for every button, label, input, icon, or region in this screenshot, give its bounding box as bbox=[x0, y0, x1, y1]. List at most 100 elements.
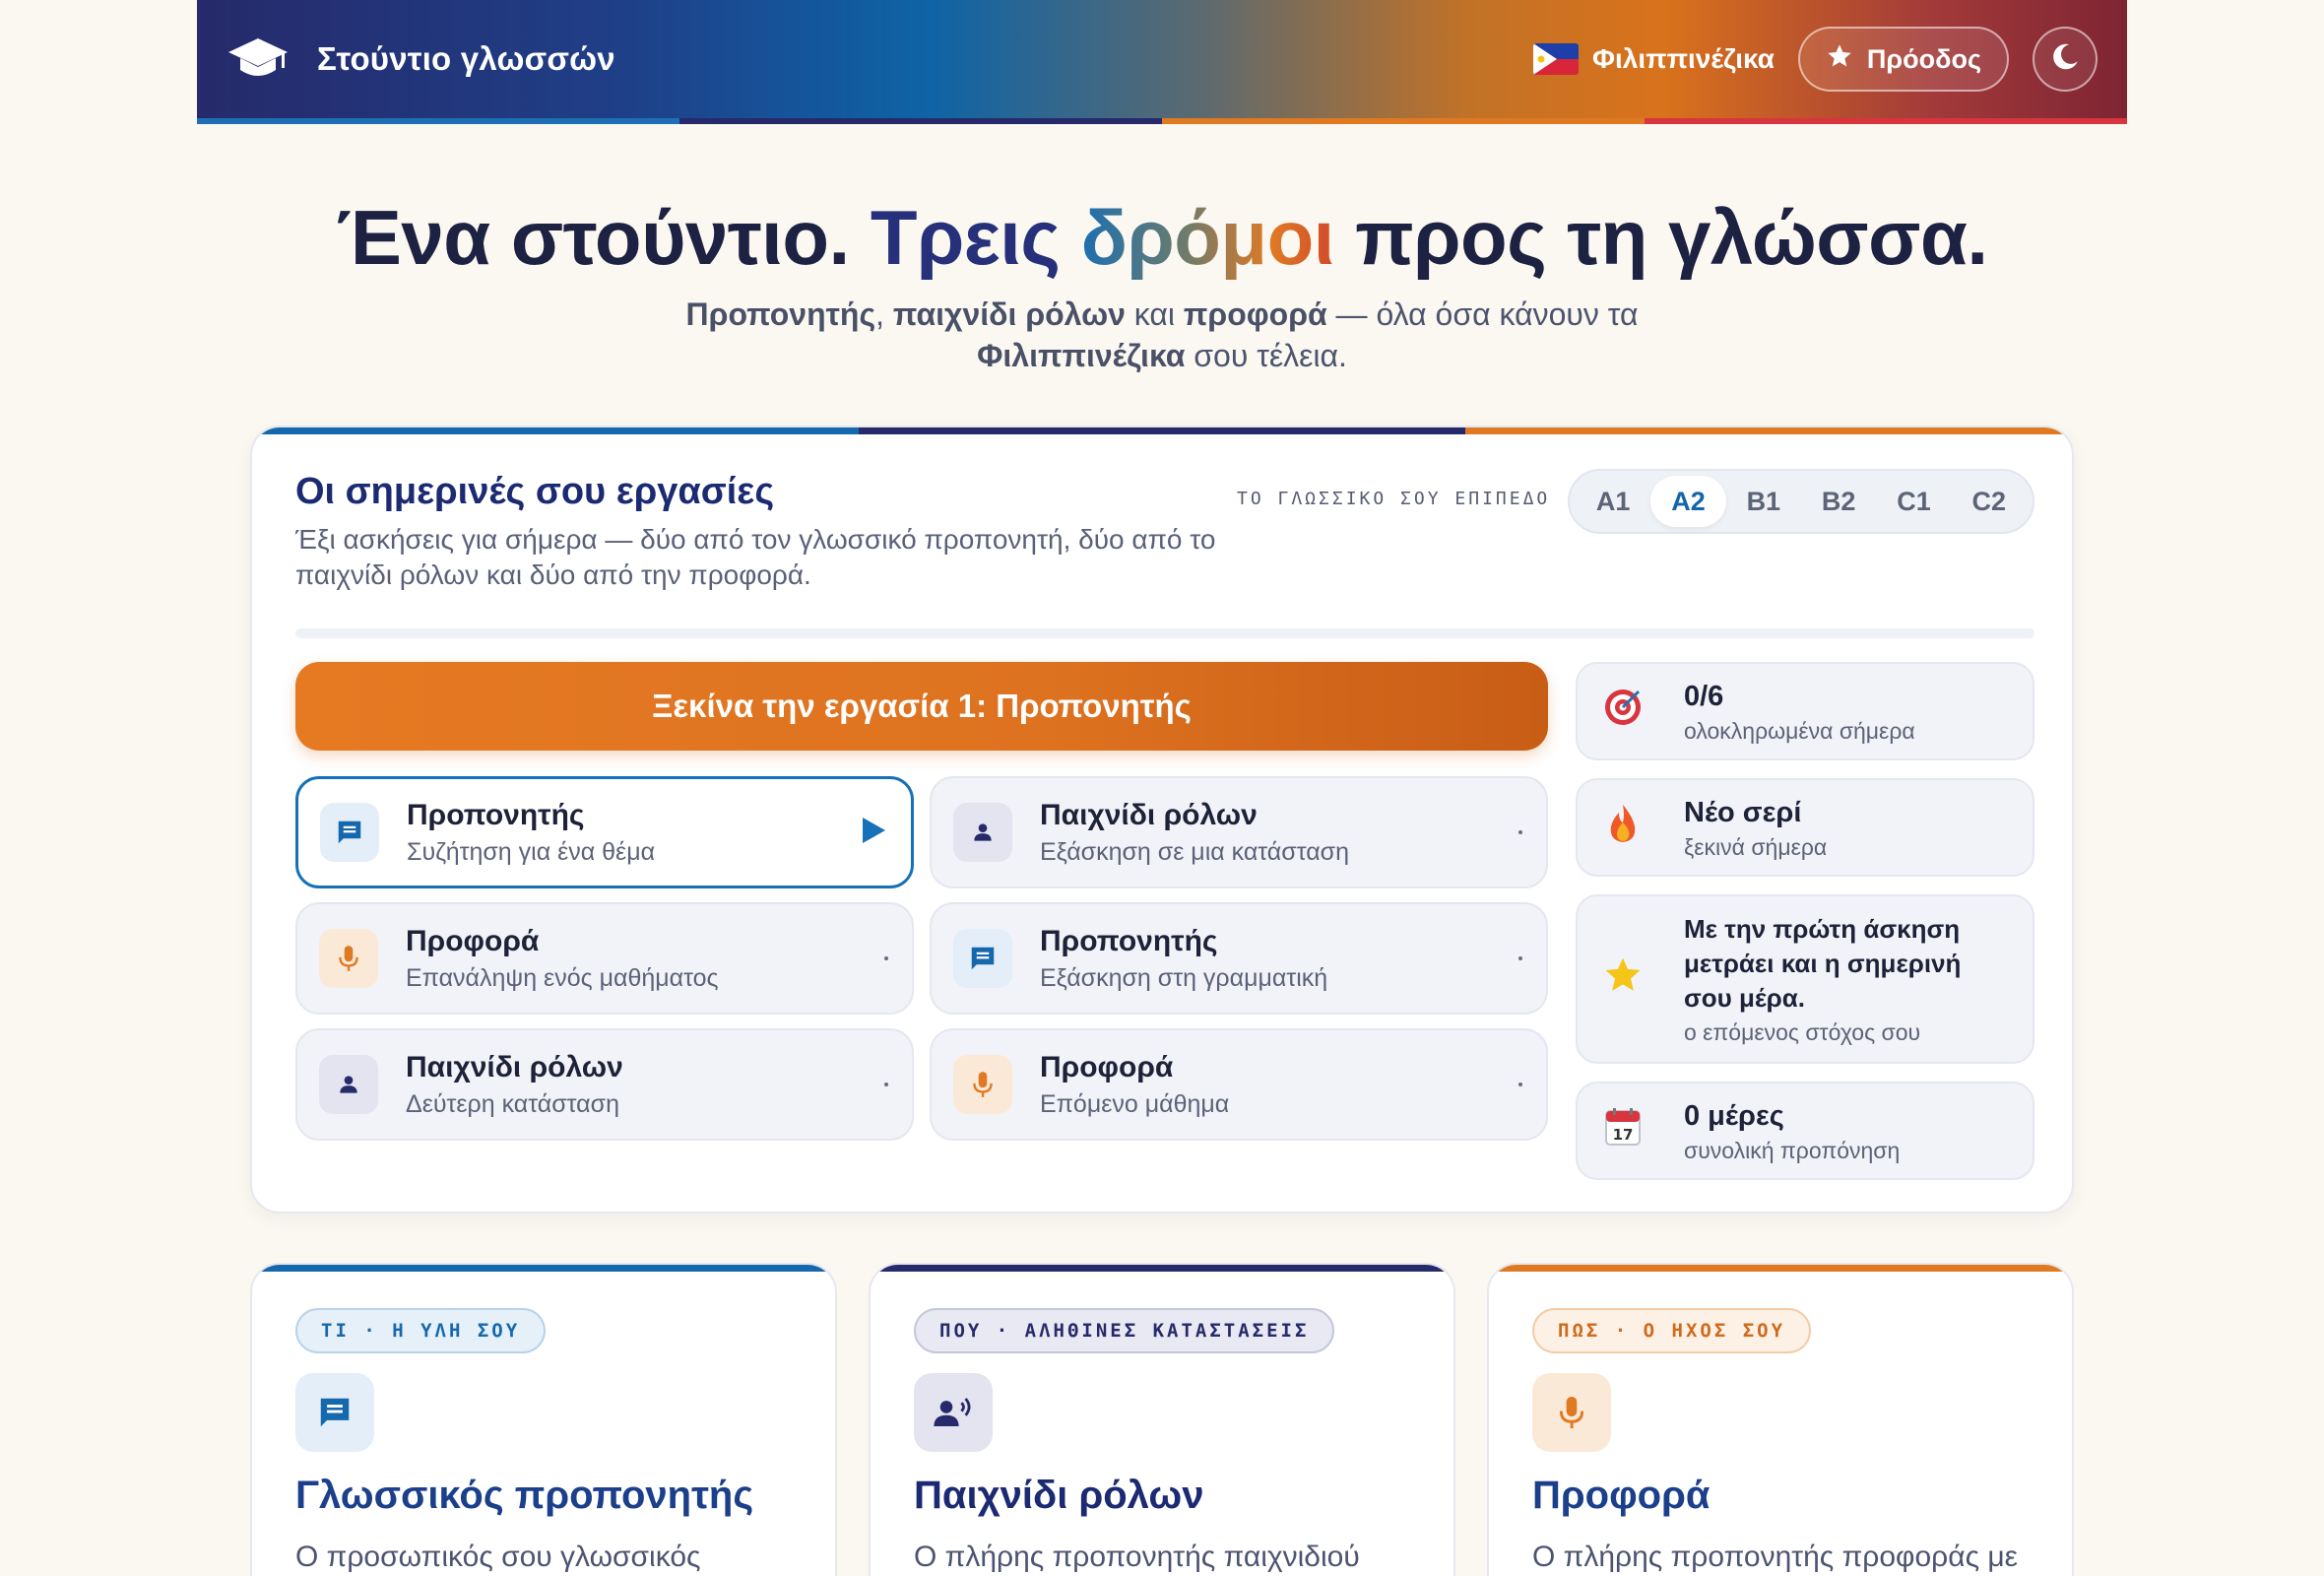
hero-sub-sep1: , bbox=[875, 296, 893, 332]
exercise-title: Προφορά bbox=[406, 924, 540, 957]
play-icon bbox=[860, 816, 887, 850]
feature-badge: ΠΩΣ · Ο ΗΧΟΣ ΣΟΥ bbox=[1532, 1308, 1812, 1353]
progress-button[interactable]: Πρόοδος bbox=[1797, 27, 2009, 92]
stat-sub: ξεκινά σήμερα bbox=[1684, 833, 1828, 860]
moon-icon bbox=[2048, 40, 2082, 79]
hero-sub-bold1: Προπονητής bbox=[685, 296, 876, 332]
exercise-title: Παιχνίδι ρόλων bbox=[406, 1050, 623, 1084]
feature-title: Γλωσσικός προπονητής bbox=[295, 1474, 754, 1517]
tasks-title: Οι σημερινές σου εργασίες bbox=[295, 471, 775, 512]
star-icon bbox=[1826, 42, 1853, 77]
fire-icon bbox=[1601, 803, 1645, 853]
feature-strip bbox=[252, 1265, 835, 1272]
stat-main: Νέο σερί bbox=[1684, 796, 1802, 828]
tasks-description: Έξι ασκήσεις για σήμερα — δύο από τον γλ… bbox=[295, 524, 1216, 590]
exercise-subtitle: Επόμενο μάθημα bbox=[1040, 1089, 1230, 1118]
header-color-strip bbox=[197, 118, 2127, 124]
stat-main: Με την πρώτη άσκηση μετράει και η σημερι… bbox=[1684, 914, 1962, 1013]
pending-dot bbox=[1518, 830, 1522, 834]
philippines-flag-icon bbox=[1533, 43, 1580, 75]
hero-title-part3: δρόμοι bbox=[1080, 194, 1335, 281]
exercise-title: Προφορά bbox=[1040, 1050, 1174, 1084]
microphone-icon bbox=[319, 929, 378, 988]
brand[interactable]: Στούντιο γλωσσών bbox=[226, 36, 615, 82]
chat-icon bbox=[953, 929, 1012, 988]
stat-sub: ο επόμενος στόχος σου bbox=[1684, 1019, 1921, 1045]
start-task-button[interactable]: Ξεκίνα την εργασία 1: Προπονητής bbox=[295, 662, 1548, 751]
hero-sub-bold3: προφορά bbox=[1183, 296, 1327, 332]
hero-sub-sep4: σου τέλεια. bbox=[1185, 338, 1347, 373]
language-selector[interactable]: Φιλιππινέζικα bbox=[1533, 43, 1775, 75]
card-color-strip bbox=[252, 427, 2072, 434]
hero-title-part1: Ένα στούντιο. bbox=[336, 194, 871, 281]
exercise-subtitle: Επανάληψη ενός μαθήματος bbox=[406, 963, 719, 992]
feature-strip bbox=[871, 1265, 1453, 1272]
chat-icon bbox=[295, 1373, 374, 1452]
voice-person-icon bbox=[914, 1373, 993, 1452]
microphone-icon bbox=[1532, 1373, 1611, 1452]
hero-sub-sep3: — όλα όσα κάνουν τα bbox=[1326, 296, 1639, 332]
svg-text:17: 17 bbox=[1613, 1126, 1634, 1144]
level-label: ΤΟ ΓΛΩΣΣΙΚΟ ΣΟΥ ΕΠΙΠΕΔΟ bbox=[1237, 489, 1551, 509]
level-a1[interactable]: A1 bbox=[1576, 476, 1650, 527]
exercise-tile-5[interactable]: Παιχνίδι ρόλων Δεύτερη κατάσταση bbox=[295, 1028, 914, 1141]
level-c1[interactable]: C1 bbox=[1876, 476, 1951, 527]
todays-tasks-card: Οι σημερινές σου εργασίες Έξι ασκήσεις γ… bbox=[250, 426, 2074, 1214]
feature-card-pronunciation[interactable]: ΠΩΣ · Ο ΗΧΟΣ ΣΟΥ Προφορά Ο πλήρης προπον… bbox=[1487, 1263, 2074, 1576]
feature-strip bbox=[1489, 1265, 2072, 1272]
level-selector: A1 A2 B1 B2 C1 C2 bbox=[1568, 469, 2034, 534]
hero-sub-sep2: και bbox=[1125, 296, 1184, 332]
stat-streak: Νέο σερί ξεκινά σήμερα bbox=[1576, 778, 2034, 877]
feature-description: Ο πλήρης προπονητής παιχνιδιού bbox=[914, 1541, 1360, 1573]
feature-card-coach[interactable]: ΤΙ · Η ΥΛΗ ΣΟΥ Γλωσσικός προπονητής Ο πρ… bbox=[250, 1263, 837, 1576]
exercise-title: Παιχνίδι ρόλων bbox=[1040, 798, 1258, 831]
exercise-title: Προπονητής bbox=[407, 798, 585, 831]
target-icon bbox=[1601, 688, 1645, 736]
pending-dot bbox=[1518, 956, 1522, 960]
feature-badge: ΤΙ · Η ΥΛΗ ΣΟΥ bbox=[295, 1308, 547, 1353]
exercise-subtitle: Εξάσκηση σε μια κατάσταση bbox=[1040, 837, 1350, 866]
level-c2[interactable]: C2 bbox=[1952, 476, 2027, 527]
feature-title: Παιχνίδι ρόλων bbox=[914, 1474, 1204, 1517]
exercise-tile-3[interactable]: Προφορά Επανάληψη ενός μαθήματος bbox=[295, 902, 914, 1015]
hero-title: Ένα στούντιο. Τρεις δρόμοι προς τη γλώσσ… bbox=[0, 193, 2324, 283]
feature-card-roleplay[interactable]: ΠΟΥ · ΑΛΗΘΙΝΕΣ ΚΑΤΑΣΤΑΣΕΙΣ Παιχνίδι ρόλω… bbox=[869, 1263, 1455, 1576]
exercise-tile-4[interactable]: Προπονητής Εξάσκηση στη γραμματική bbox=[930, 902, 1548, 1015]
hero-title-part4: προς τη γλώσσα. bbox=[1333, 194, 1988, 281]
language-label: Φιλιππινέζικα bbox=[1592, 43, 1775, 74]
brand-title: Στούντιο γλωσσών bbox=[317, 40, 615, 77]
level-b1[interactable]: B1 bbox=[1726, 476, 1801, 527]
microphone-icon bbox=[953, 1055, 1012, 1114]
level-b2[interactable]: B2 bbox=[1801, 476, 1876, 527]
graduation-cap-icon bbox=[226, 36, 290, 82]
exercise-subtitle: Δεύτερη κατάσταση bbox=[406, 1089, 619, 1118]
exercise-tile-2[interactable]: Παιχνίδι ρόλων Εξάσκηση σε μια κατάσταση bbox=[930, 776, 1548, 888]
feature-description: Ο πλήρης προπονητής προφοράς με bbox=[1532, 1541, 2019, 1573]
pending-dot bbox=[1518, 1083, 1522, 1086]
hero-sub-bold4: Φιλιππινέζικα bbox=[977, 338, 1186, 373]
stat-sub: συνολική προπόνηση bbox=[1684, 1137, 1901, 1163]
feature-title: Προφορά bbox=[1532, 1474, 1711, 1517]
dark-mode-toggle[interactable] bbox=[2033, 27, 2098, 92]
exercise-tile-1[interactable]: Προπονητής Συζήτηση για ένα θέμα bbox=[295, 776, 914, 888]
exercise-tile-6[interactable]: Προφορά Επόμενο μάθημα bbox=[930, 1028, 1548, 1141]
hero-title-part2: Τρεις bbox=[870, 194, 1081, 281]
person-icon bbox=[953, 803, 1012, 862]
tasks-progress-track bbox=[295, 628, 2034, 638]
exercise-subtitle: Εξάσκηση στη γραμματική bbox=[1040, 963, 1328, 992]
feature-badge: ΠΟΥ · ΑΛΗΘΙΝΕΣ ΚΑΤΑΣΤΑΣΕΙΣ bbox=[914, 1308, 1335, 1353]
calendar-icon: 17 bbox=[1601, 1107, 1645, 1155]
person-icon bbox=[319, 1055, 378, 1114]
star-icon bbox=[1601, 955, 1645, 1004]
stat-completed: 0/6 ολοκληρωμένα σήμερα bbox=[1576, 662, 2034, 760]
chat-icon bbox=[320, 803, 379, 862]
stat-main: 0 μέρες bbox=[1684, 1099, 1784, 1132]
hero-subtitle: Προπονητής, παιχνίδι ρόλων και προφορά —… bbox=[0, 294, 2324, 376]
pending-dot bbox=[884, 1083, 888, 1086]
level-a2[interactable]: A2 bbox=[1650, 476, 1726, 527]
stat-sub: ολοκληρωμένα σήμερα bbox=[1684, 717, 1915, 744]
top-header: Στούντιο γλωσσών Φιλιππινέζικα Πρόοδος bbox=[197, 0, 2127, 124]
pending-dot bbox=[884, 956, 888, 960]
feature-description: Ο προσωπικός σου γλωσσικός bbox=[295, 1541, 701, 1573]
progress-label: Πρόοδος bbox=[1866, 43, 1981, 74]
